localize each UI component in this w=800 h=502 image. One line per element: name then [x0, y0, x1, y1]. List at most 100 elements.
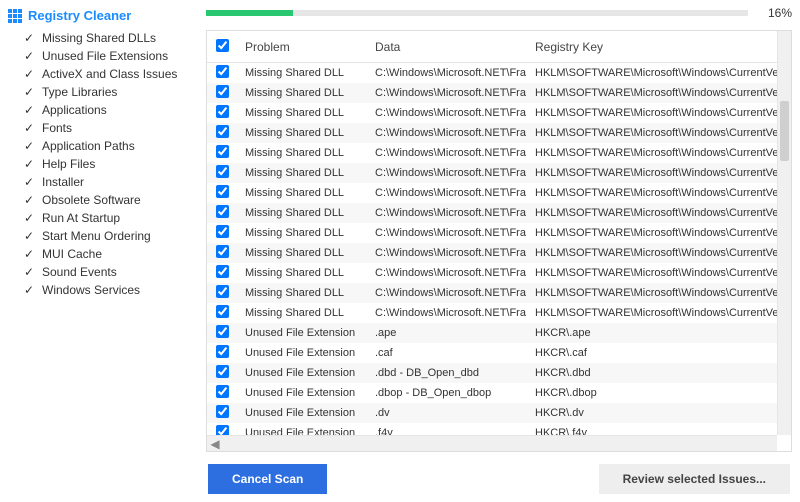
cell-data: C:\Windows\Microsoft.NET\Fra...: [367, 245, 527, 261]
table-row[interactable]: Missing Shared DLLC:\Windows\Microsoft.N…: [207, 283, 791, 303]
sidebar-item-label: Fonts: [42, 121, 72, 135]
sidebar-item-label: MUI Cache: [42, 247, 102, 261]
sidebar-item-label: Installer: [42, 175, 84, 189]
header-select-all[interactable]: [207, 33, 237, 61]
cell-registry: HKLM\SOFTWARE\Microsoft\Windows\CurrentV…: [527, 85, 791, 101]
row-checkbox[interactable]: [216, 305, 229, 318]
sidebar-item[interactable]: ✓Applications: [8, 101, 196, 119]
table-row[interactable]: Missing Shared DLLC:\Windows\Microsoft.N…: [207, 203, 791, 223]
main-panel: 16% Problem Data Registry Key Missing Sh…: [200, 0, 800, 502]
table-row[interactable]: Missing Shared DLLC:\Windows\Microsoft.N…: [207, 183, 791, 203]
cell-problem: Unused File Extension: [237, 365, 367, 381]
progress-row: 16%: [206, 6, 792, 20]
sidebar-item-label: Missing Shared DLLs: [42, 31, 156, 45]
scrollbar-horizontal[interactable]: ◀: [207, 435, 777, 451]
select-all-checkbox[interactable]: [216, 39, 229, 52]
row-checkbox[interactable]: [216, 285, 229, 298]
sidebar-item-label: Application Paths: [42, 139, 135, 153]
table-row[interactable]: Missing Shared DLLC:\Windows\Microsoft.N…: [207, 163, 791, 183]
cell-data: C:\Windows\Microsoft.NET\Fra...: [367, 185, 527, 201]
row-checkbox[interactable]: [216, 345, 229, 358]
cell-registry: HKLM\SOFTWARE\Microsoft\Windows\CurrentV…: [527, 245, 791, 261]
row-checkbox[interactable]: [216, 145, 229, 158]
row-checkbox[interactable]: [216, 185, 229, 198]
cell-registry: HKLM\SOFTWARE\Microsoft\Windows\CurrentV…: [527, 185, 791, 201]
row-checkbox[interactable]: [216, 225, 229, 238]
row-checkbox[interactable]: [216, 165, 229, 178]
cell-data: C:\Windows\Microsoft.NET\Fra...: [367, 265, 527, 281]
row-checkbox-cell: [207, 183, 237, 203]
sidebar-item-label: Sound Events: [42, 265, 117, 279]
sidebar-item[interactable]: ✓Application Paths: [8, 137, 196, 155]
row-checkbox[interactable]: [216, 405, 229, 418]
header-registry[interactable]: Registry Key: [527, 34, 777, 60]
cell-problem: Missing Shared DLL: [237, 85, 367, 101]
header-problem[interactable]: Problem: [237, 34, 367, 60]
table-row[interactable]: Missing Shared DLLC:\Windows\Microsoft.N…: [207, 103, 791, 123]
cell-data: C:\Windows\Microsoft.NET\Fra...: [367, 65, 527, 81]
row-checkbox[interactable]: [216, 245, 229, 258]
sidebar-item[interactable]: ✓ActiveX and Class Issues: [8, 65, 196, 83]
sidebar-item[interactable]: ✓Start Menu Ordering: [8, 227, 196, 245]
table-row[interactable]: Missing Shared DLLC:\Windows\Microsoft.N…: [207, 243, 791, 263]
cell-data: .dv: [367, 405, 527, 421]
checkmark-icon: ✓: [24, 211, 36, 225]
sidebar-item[interactable]: ✓Run At Startup: [8, 209, 196, 227]
scroll-left-icon[interactable]: ◀: [207, 436, 223, 452]
table-row[interactable]: Missing Shared DLLC:\Windows\Microsoft.N…: [207, 303, 791, 323]
cell-problem: Missing Shared DLL: [237, 285, 367, 301]
sidebar-item[interactable]: ✓ Installer: [8, 173, 196, 191]
row-checkbox[interactable]: [216, 205, 229, 218]
row-checkbox[interactable]: [216, 65, 229, 78]
sidebar-item[interactable]: ✓Sound Events: [8, 263, 196, 281]
cancel-scan-button[interactable]: Cancel Scan: [208, 464, 327, 494]
table-row[interactable]: Unused File Extension.dvHKCR\.dv: [207, 403, 791, 423]
row-checkbox[interactable]: [216, 365, 229, 378]
table-row[interactable]: Unused File Extension.cafHKCR\.caf: [207, 343, 791, 363]
sidebar-title: Registry Cleaner: [28, 8, 131, 23]
table-row[interactable]: Unused File Extension.dbop - DB_Open_dbo…: [207, 383, 791, 403]
table-row[interactable]: Missing Shared DLLC:\Windows\Microsoft.N…: [207, 143, 791, 163]
row-checkbox[interactable]: [216, 105, 229, 118]
sidebar-item[interactable]: ✓Windows Services: [8, 281, 196, 299]
table-row[interactable]: Missing Shared DLLC:\Windows\Microsoft.N…: [207, 263, 791, 283]
cell-problem: Missing Shared DLL: [237, 185, 367, 201]
cell-registry: HKLM\SOFTWARE\Microsoft\Windows\CurrentV…: [527, 205, 791, 221]
sidebar-item[interactable]: ✓Type Libraries: [8, 83, 196, 101]
table-row[interactable]: Missing Shared DLLC:\Windows\Microsoft.N…: [207, 63, 791, 83]
sidebar-item-label: ActiveX and Class Issues: [42, 67, 177, 81]
row-checkbox[interactable]: [216, 385, 229, 398]
table-row[interactable]: Missing Shared DLLC:\Windows\Microsoft.N…: [207, 123, 791, 143]
sidebar-item[interactable]: ✓Unused File Extensions: [8, 47, 196, 65]
table-row[interactable]: Unused File Extension.apeHKCR\.ape: [207, 323, 791, 343]
checkmark-icon: ✓: [24, 175, 36, 189]
row-checkbox[interactable]: [216, 85, 229, 98]
table-row[interactable]: Missing Shared DLLC:\Windows\Microsoft.N…: [207, 83, 791, 103]
scroll-thumb-vertical[interactable]: [780, 101, 789, 161]
sidebar-item[interactable]: ✓Missing Shared DLLs: [8, 29, 196, 47]
sidebar-item[interactable]: ✓Obsolete Software: [8, 191, 196, 209]
table-row[interactable]: Missing Shared DLLC:\Windows\Microsoft.N…: [207, 223, 791, 243]
sidebar-item[interactable]: ✓MUI Cache: [8, 245, 196, 263]
cell-problem: Missing Shared DLL: [237, 265, 367, 281]
row-checkbox-cell: [207, 163, 237, 183]
cell-problem: Missing Shared DLL: [237, 125, 367, 141]
sidebar-item[interactable]: ✓Help Files: [8, 155, 196, 173]
row-checkbox[interactable]: [216, 125, 229, 138]
sidebar-item-label: Unused File Extensions: [42, 49, 168, 63]
sidebar-header[interactable]: Registry Cleaner: [8, 8, 196, 23]
row-checkbox-cell: [207, 243, 237, 263]
row-checkbox[interactable]: [216, 325, 229, 338]
row-checkbox[interactable]: [216, 265, 229, 278]
table-header: Problem Data Registry Key: [207, 31, 791, 63]
header-data[interactable]: Data: [367, 34, 527, 60]
sidebar-item[interactable]: ✓Fonts: [8, 119, 196, 137]
progress-bar: [206, 10, 748, 16]
cell-data: C:\Windows\Microsoft.NET\Fra...: [367, 305, 527, 321]
table-rows: Missing Shared DLLC:\Windows\Microsoft.N…: [207, 63, 791, 451]
cell-problem: Unused File Extension: [237, 385, 367, 401]
review-issues-button[interactable]: Review selected Issues...: [599, 464, 790, 494]
scrollbar-vertical[interactable]: [777, 31, 791, 435]
checkmark-icon: ✓: [24, 85, 36, 99]
table-row[interactable]: Unused File Extension.dbd - DB_Open_dbdH…: [207, 363, 791, 383]
